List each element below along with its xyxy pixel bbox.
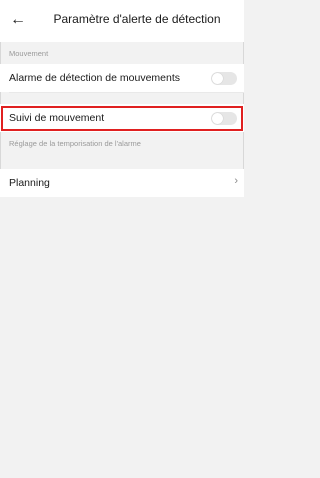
toggle-knob	[212, 73, 223, 84]
motion-tracking-label: Suivi de mouvement	[9, 112, 105, 124]
empty-content-area	[0, 197, 244, 478]
row-motion-alarm[interactable]: Alarme de détection de mouvements	[0, 64, 244, 92]
chevron-right-icon: ›	[234, 175, 238, 187]
back-button[interactable]: ←	[6, 8, 30, 32]
toggle-knob	[212, 113, 223, 124]
motion-alarm-toggle[interactable]	[211, 72, 237, 85]
planning-label: Planning	[9, 177, 50, 189]
row-planning[interactable]: Planning ›	[0, 169, 244, 197]
app-header: ← Paramètre d'alerte de détection	[0, 0, 244, 42]
motion-tracking-toggle[interactable]	[211, 112, 237, 125]
section-label-timing: Réglage de la temporisation de l'alarme	[9, 139, 141, 148]
motion-alarm-label: Alarme de détection de mouvements	[9, 72, 181, 84]
arrow-left-icon: ←	[10, 11, 26, 28]
row-divider	[9, 92, 244, 93]
row-motion-tracking[interactable]: Suivi de mouvement	[0, 104, 244, 132]
page-title: Paramètre d'alerte de détection	[53, 12, 221, 26]
section-label-movement: Mouvement	[9, 49, 49, 58]
